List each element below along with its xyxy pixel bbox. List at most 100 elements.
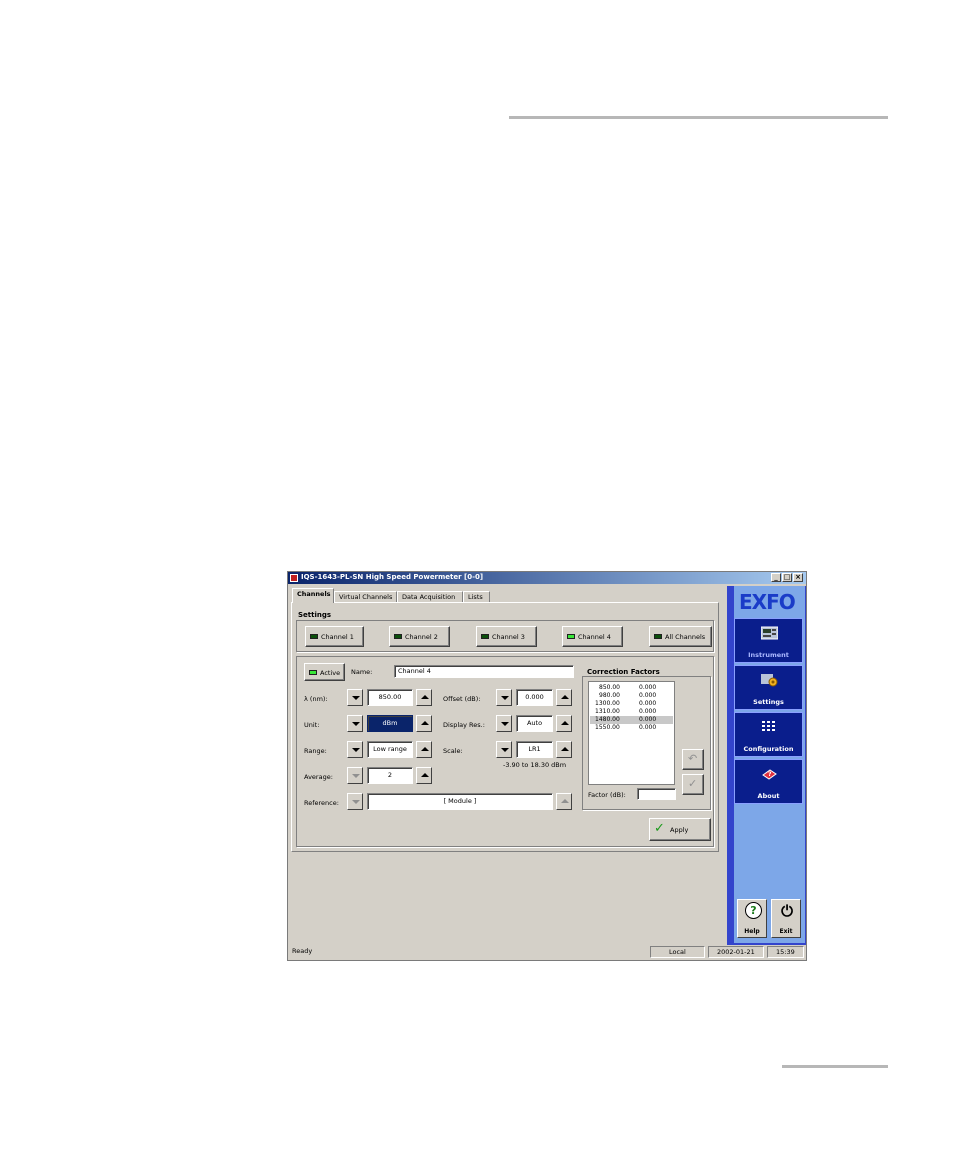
tab-channels[interactable]: Channels: [292, 588, 334, 603]
reference-up-icon: [561, 799, 569, 803]
all-channels-button[interactable]: All Channels: [649, 626, 712, 647]
sidebar-item-about-label: About: [757, 792, 780, 800]
exit-button[interactable]: ⏻ Exit: [771, 899, 801, 938]
reference-down-icon: [352, 800, 360, 804]
channel-settings-group: Active Name: Channel 4 λ (nm): 850.00 Un…: [296, 656, 714, 847]
range-label: Range:: [304, 747, 327, 755]
check-icon: ✓: [688, 777, 698, 790]
average-field[interactable]: 2: [367, 767, 413, 784]
settings-icon: [761, 674, 778, 687]
average-up-button[interactable]: [416, 767, 432, 784]
svg-text:?: ?: [768, 771, 772, 778]
active-button[interactable]: Active: [304, 663, 345, 681]
powermeter-window: IQS-1643-PL-SN High Speed Powermeter [0-…: [287, 571, 807, 961]
undo-icon: ↶: [688, 752, 698, 765]
channel-3-led: [481, 634, 489, 639]
status-text: Ready: [292, 947, 313, 955]
all-channels-led: [654, 634, 662, 639]
reference-down-button[interactable]: [347, 793, 363, 810]
average-down-button[interactable]: [347, 767, 363, 784]
display-res-down-icon: [501, 722, 509, 726]
name-input[interactable]: Channel 4: [394, 665, 574, 678]
apply-label: Apply: [670, 826, 689, 834]
list-item[interactable]: 1550.00 0.000: [590, 724, 673, 732]
active-label: Active: [320, 669, 341, 677]
unit-up-button[interactable]: [416, 715, 432, 732]
wavelength-up-button[interactable]: [416, 689, 432, 706]
close-button[interactable]: ×: [793, 573, 803, 582]
list-item-selected[interactable]: 1480.00 0.000: [590, 716, 673, 724]
settings-group: Channel 1 Channel 2 Channel 3 Channel 4 …: [296, 620, 714, 652]
range-down-icon: [352, 748, 360, 752]
sidebar-item-settings[interactable]: Settings: [734, 665, 803, 710]
minimize-button[interactable]: _: [771, 573, 781, 582]
apply-button[interactable]: ✓ Apply: [649, 818, 711, 841]
tab-lists[interactable]: Lists: [463, 591, 490, 602]
channel-4-label: Channel 4: [578, 633, 611, 641]
title-bar: IQS-1643-PL-SN High Speed Powermeter [0-…: [288, 572, 806, 584]
average-up-icon: [421, 773, 429, 777]
instrument-icon: [761, 626, 778, 640]
undo-button[interactable]: ↶: [682, 749, 704, 770]
exfo-logo: EXFO: [739, 590, 796, 614]
display-res-up-button[interactable]: [556, 715, 572, 732]
range-down-button[interactable]: [347, 741, 363, 758]
display-res-field[interactable]: Auto: [516, 715, 553, 732]
unit-down-button[interactable]: [347, 715, 363, 732]
tab-virtual-channels[interactable]: Virtual Channels: [334, 591, 397, 602]
offset-down-button[interactable]: [496, 689, 512, 706]
display-res-up-icon: [561, 721, 569, 725]
list-item[interactable]: 980.00 0.000: [590, 692, 673, 700]
window-title: IQS-1643-PL-SN High Speed Powermeter [0-…: [301, 573, 484, 581]
scale-down-icon: [501, 748, 509, 752]
exit-label: Exit: [779, 928, 793, 935]
reference-up-button[interactable]: [556, 793, 572, 810]
channel-4-button[interactable]: Channel 4: [562, 626, 623, 647]
confirm-button[interactable]: ✓: [682, 774, 704, 795]
active-led: [309, 670, 317, 675]
display-res-down-button[interactable]: [496, 715, 512, 732]
offset-up-button[interactable]: [556, 689, 572, 706]
sidebar-item-configuration[interactable]: Configuration: [734, 712, 803, 757]
status-bar: Ready Local 2002-01-21 15:39: [288, 945, 806, 960]
scale-up-button[interactable]: [556, 741, 572, 758]
all-channels-label: All Channels: [665, 633, 706, 641]
correction-factors-list[interactable]: 850.00 0.000 980.00 0.000 1300.00 0.000 131…: [588, 681, 675, 785]
scale-down-button[interactable]: [496, 741, 512, 758]
average-down-icon: [352, 774, 360, 778]
factor-label: Factor (dB):: [588, 791, 626, 799]
help-button[interactable]: ? Help: [737, 899, 767, 938]
sidebar-item-settings-label: Settings: [753, 698, 784, 706]
offset-label: Offset (dB):: [443, 695, 481, 703]
channel-3-label: Channel 3: [492, 633, 525, 641]
page-rule-top: [509, 116, 888, 119]
sidebar-item-instrument[interactable]: Instrument: [734, 618, 803, 663]
sidebar-item-configuration-label: Configuration: [743, 745, 794, 753]
settings-group-title: Settings: [298, 611, 332, 619]
wavelength-down-button[interactable]: [347, 689, 363, 706]
maximize-button[interactable]: □: [782, 573, 792, 582]
channel-2-button[interactable]: Channel 2: [389, 626, 450, 647]
list-item[interactable]: 1310.00 0.000: [590, 708, 673, 716]
reference-field[interactable]: [ Module ]: [367, 793, 553, 810]
scale-field[interactable]: LR1: [516, 741, 553, 758]
tab-data-acquisition[interactable]: Data Acquisition: [397, 591, 463, 602]
channel-1-button[interactable]: Channel 1: [305, 626, 364, 647]
range-field[interactable]: Low range: [367, 741, 413, 758]
channel-3-button[interactable]: Channel 3: [476, 626, 537, 647]
wavelength-field[interactable]: 850.00: [367, 689, 413, 706]
app-icon: [290, 574, 298, 582]
factor-input[interactable]: [637, 788, 676, 800]
offset-up-icon: [561, 695, 569, 699]
scale-up-icon: [561, 747, 569, 751]
range-up-button[interactable]: [416, 741, 432, 758]
sidebar-item-about[interactable]: ? About: [734, 759, 803, 804]
unit-label: Unit:: [304, 721, 320, 729]
status-time: 15:39: [767, 946, 804, 958]
offset-field[interactable]: 0.000: [516, 689, 553, 706]
list-item[interactable]: 850.00 0.000: [590, 684, 673, 692]
reference-label: Reference:: [304, 799, 339, 807]
list-item[interactable]: 1300.00 0.000: [590, 700, 673, 708]
wavelength-up-icon: [421, 695, 429, 699]
unit-field[interactable]: dBm: [367, 715, 413, 732]
